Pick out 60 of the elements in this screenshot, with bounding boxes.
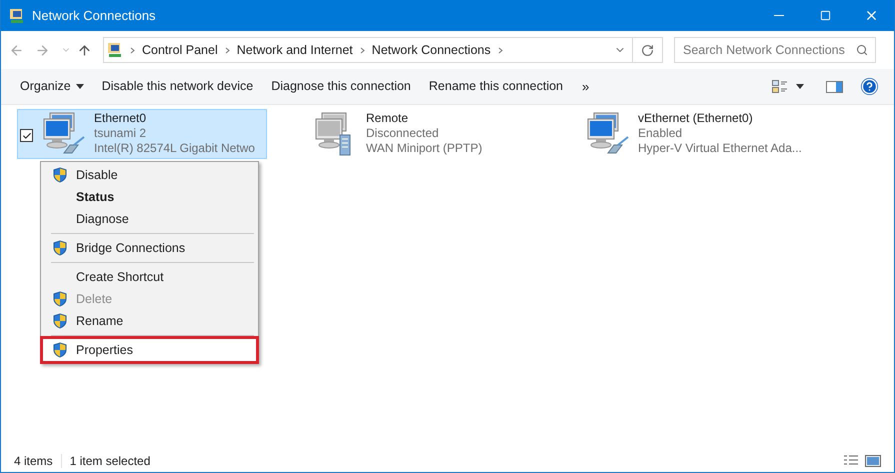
connection-name: vEthernet (Ethernet0) <box>638 111 754 126</box>
connection-device: Intel(R) 82574L Gigabit Netwo <box>94 141 255 156</box>
command-button[interactable]: Disable this network device <box>92 69 262 104</box>
item-count: 4 items <box>14 453 53 470</box>
refresh-icon <box>641 44 654 56</box>
network-folder-icon <box>107 42 123 58</box>
forward-arrow-icon <box>35 42 50 58</box>
search-icon <box>856 44 868 56</box>
selection-count: 1 item selected <box>70 453 150 470</box>
command-button[interactable]: Diagnose this connection <box>262 69 420 104</box>
connection-item[interactable]: Ethernet0 tsunami 2 Intel(R) 82574L Gigabit Netwo <box>17 109 267 159</box>
menu-item[interactable]: Rename <box>43 310 256 332</box>
window-title: Network Connections <box>32 6 156 25</box>
connection-status: Enabled <box>638 126 684 141</box>
menu-item[interactable]: Bridge Connections <box>43 237 256 259</box>
command-button[interactable]: Organize <box>11 69 93 104</box>
help-icon <box>861 78 878 95</box>
chevron-icon <box>498 46 503 54</box>
maximize-icon <box>820 10 830 21</box>
connection-item[interactable]: Remote Disconnected WAN Miniport (PPTP) <box>289 109 539 159</box>
shield-icon <box>52 167 66 183</box>
search-field[interactable]: Search Network Connections <box>674 37 876 63</box>
caret-icon <box>796 84 804 89</box>
shield-icon <box>52 313 66 329</box>
shield-icon <box>52 291 66 307</box>
connection-device: Hyper-V Virtual Ethernet Ada... <box>638 141 802 156</box>
large-icons-icon <box>865 455 881 467</box>
check-icon <box>22 130 32 140</box>
connection-device: WAN Miniport (PPTP) <box>366 141 482 156</box>
shield-icon <box>52 240 66 256</box>
breadcrumb[interactable]: Network Connections <box>372 40 491 60</box>
command-button[interactable]: Rename this connection <box>420 69 572 104</box>
chevron-icon <box>360 46 365 54</box>
preview-pane-icon <box>826 80 843 92</box>
menu-item[interactable]: Create Shortcut <box>43 266 256 288</box>
chevron-icon <box>224 46 230 54</box>
network-folder-icon <box>9 8 25 24</box>
menu-item[interactable]: Disable <box>43 164 256 186</box>
breadcrumb[interactable]: Control Panel <box>142 40 218 60</box>
help-button[interactable] <box>861 78 878 95</box>
connection-status: tsunami 2 <box>94 126 148 141</box>
connection-item[interactable]: vEthernet (Ethernet0) Enabled Hyper-V Virtual Ethernet Ada... <box>561 109 811 159</box>
shield-icon <box>52 342 66 358</box>
connection-name: Remote <box>366 111 410 126</box>
connection-name: Ethernet0 <box>94 111 148 126</box>
breadcrumb[interactable]: Network and Internet <box>236 40 353 60</box>
more-commands-button[interactable]: » <box>572 69 600 104</box>
menu-item[interactable]: Status <box>43 186 256 208</box>
details-view-icon <box>843 455 859 467</box>
address-bar[interactable]: Control Panel Network and Internet Network Connections <box>103 37 663 63</box>
checkbox[interactable] <box>20 129 33 142</box>
connection-status: Disconnected <box>366 126 440 141</box>
minimize-icon <box>774 15 784 16</box>
large-icons-button[interactable] <box>865 455 881 467</box>
caret-icon <box>76 84 84 89</box>
view-icon <box>772 80 788 94</box>
menu-item[interactable]: Diagnose <box>43 208 256 230</box>
chevron-icon <box>130 46 135 54</box>
menu-item[interactable]: Properties <box>43 339 256 361</box>
details-view-button[interactable] <box>843 455 859 467</box>
